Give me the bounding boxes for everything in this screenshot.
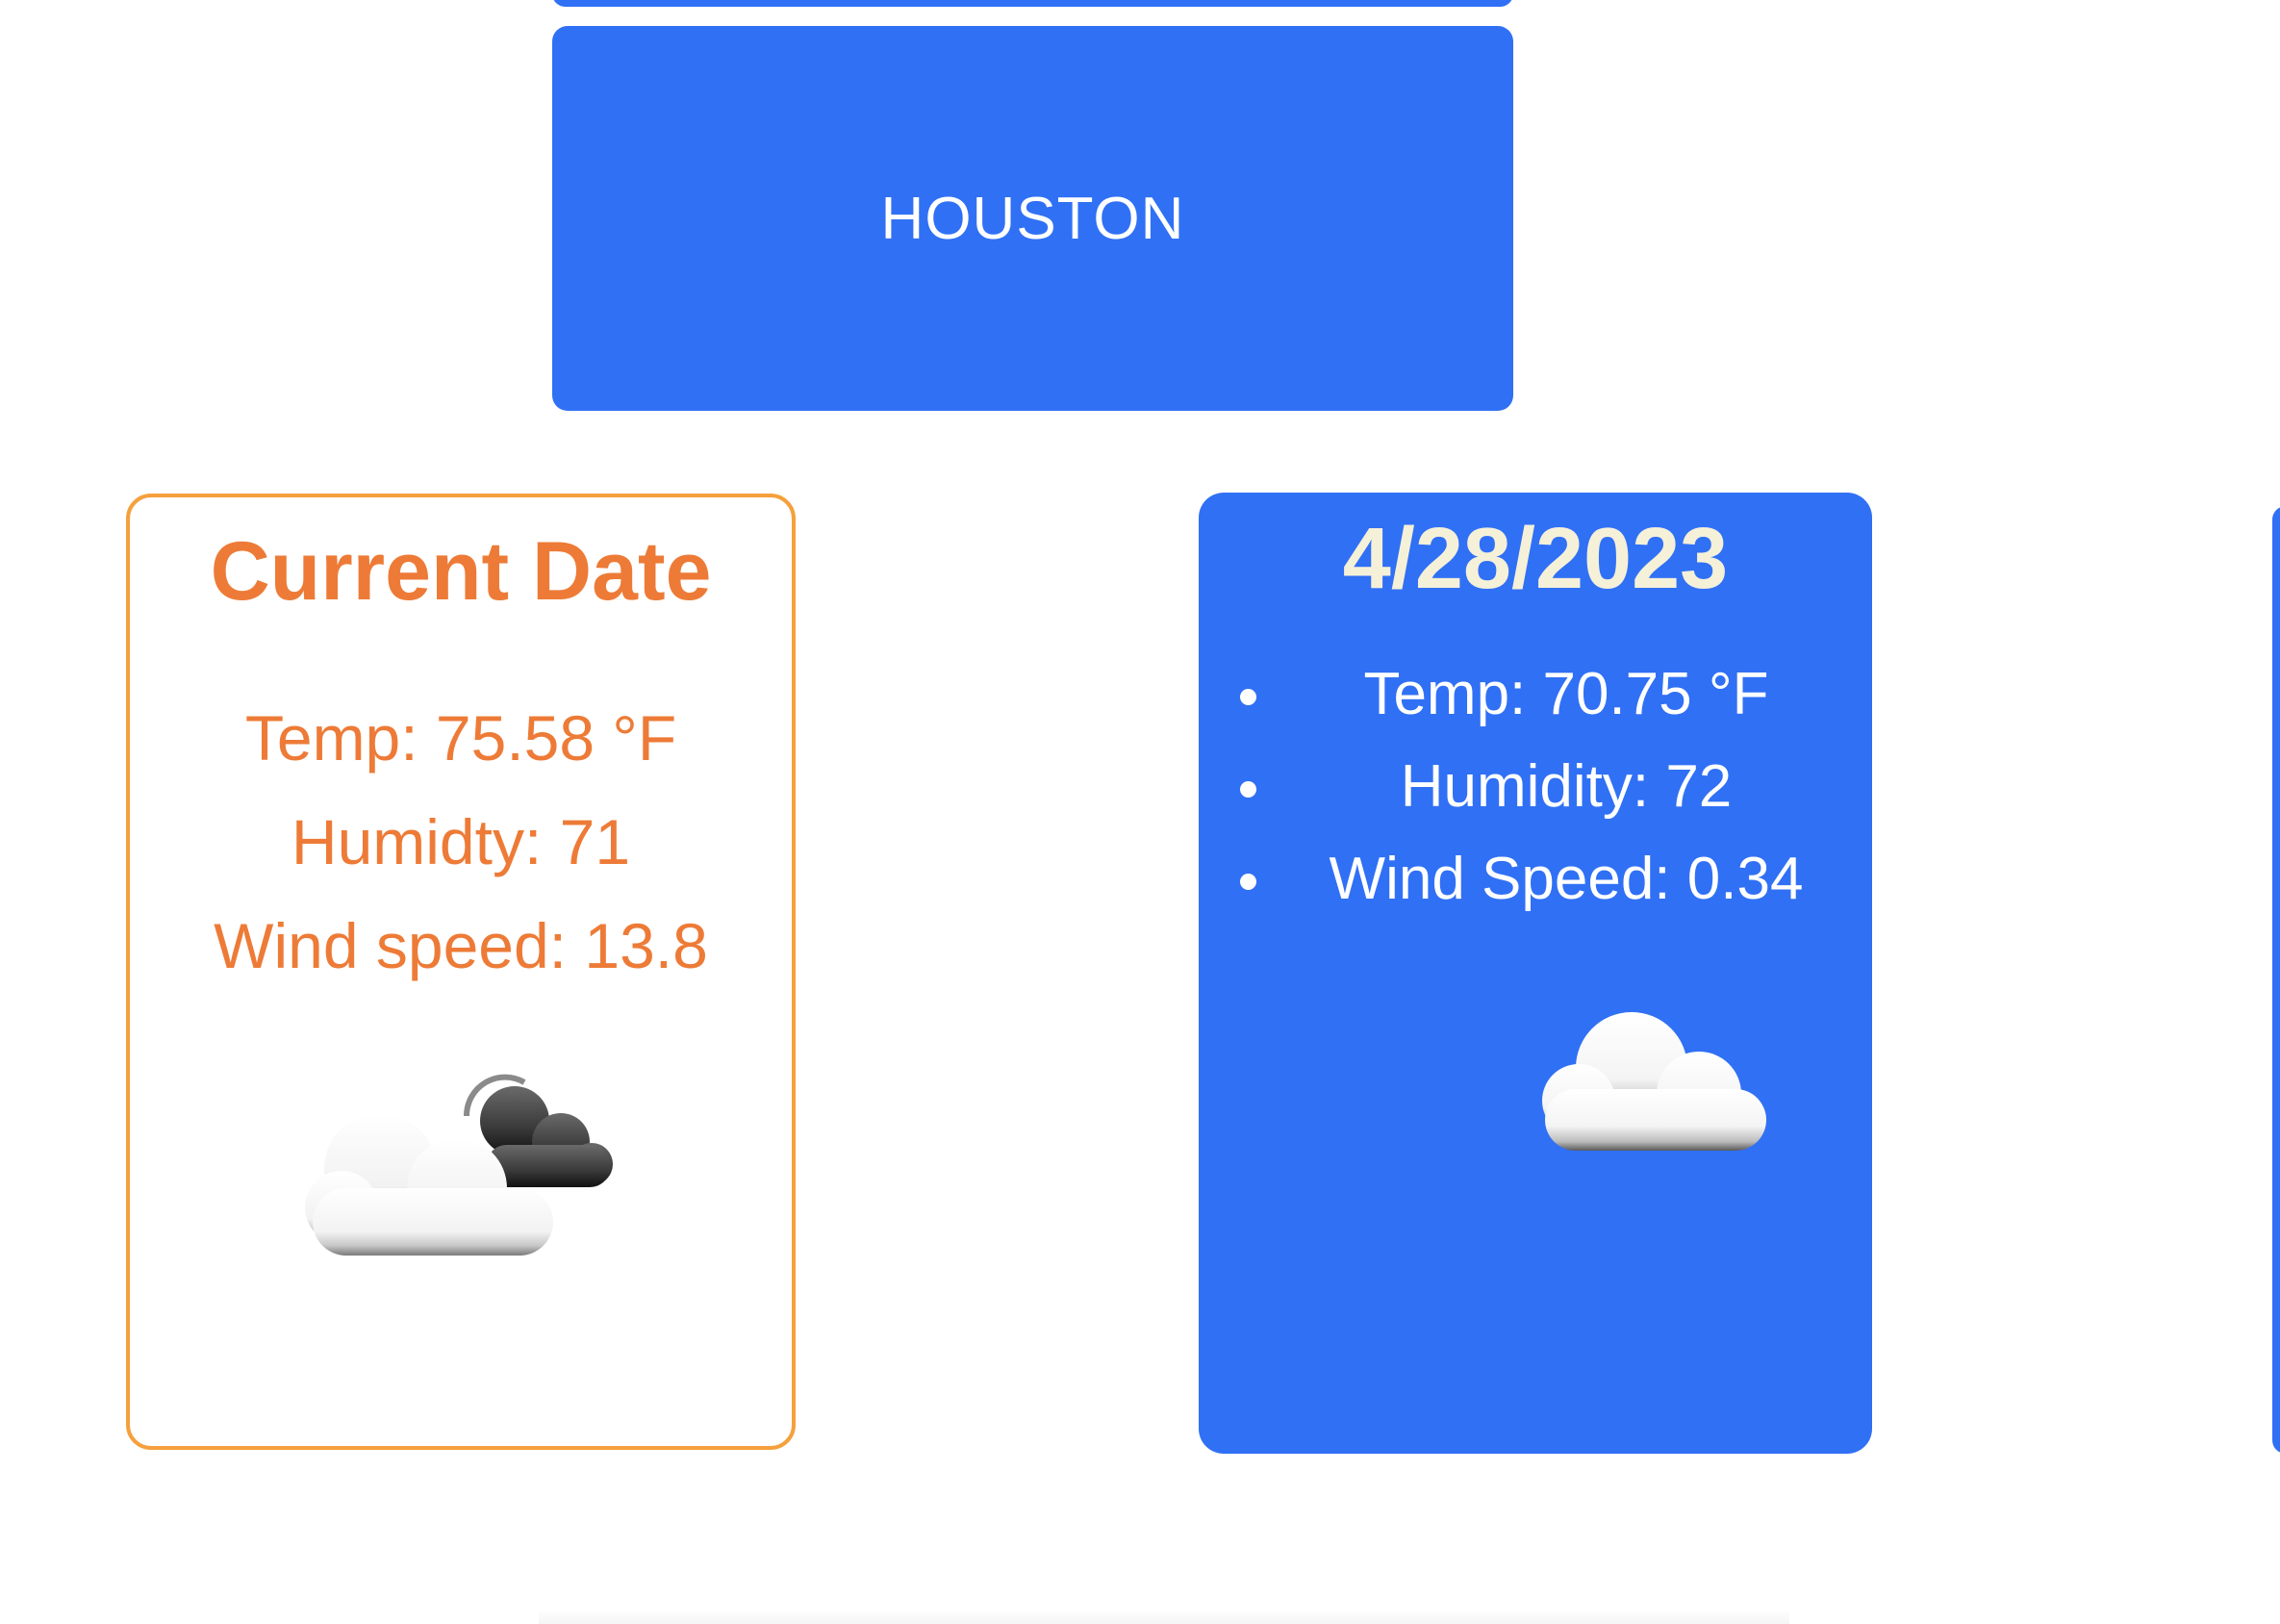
- city-history-button[interactable]: HOUSTON: [552, 26, 1513, 411]
- forecast-humidity: Humidity: 72: [1279, 741, 1872, 833]
- forecast-stats-list: Temp: 70.75 °F Humidity: 72 Wind Speed: …: [1199, 648, 1872, 926]
- current-card-title: Current Date: [210, 525, 712, 618]
- forecast-card: 4/28/2023 Temp: 70.75 °F Humidity: 72 Wi…: [1199, 493, 1872, 1454]
- current-weather-card: Current Date Temp: 75.58 °F Humidty: 71 …: [126, 494, 796, 1450]
- next-forecast-card: [2272, 506, 2280, 1454]
- current-stats: Temp: 75.58 °F Humidty: 71 Wind speed: 1…: [130, 686, 792, 998]
- forecast-temp: Temp: 70.75 °F: [1279, 648, 1872, 741]
- forecast-date: 4/28/2023: [1342, 511, 1729, 607]
- cloud-icon: [1507, 993, 1795, 1185]
- footer-shadow: [539, 1609, 1789, 1624]
- current-temp: Temp: 75.58 °F: [244, 702, 677, 774]
- cloud-moon-icon: [303, 1063, 630, 1275]
- current-humidity: Humidty: 71: [291, 806, 631, 877]
- previous-city-button[interactable]: [552, 0, 1513, 7]
- city-button-label: HOUSTON: [880, 185, 1185, 252]
- forecast-wind: Wind Speed: 0.34: [1279, 833, 1872, 926]
- current-wind: Wind speed: 13.8: [214, 910, 708, 981]
